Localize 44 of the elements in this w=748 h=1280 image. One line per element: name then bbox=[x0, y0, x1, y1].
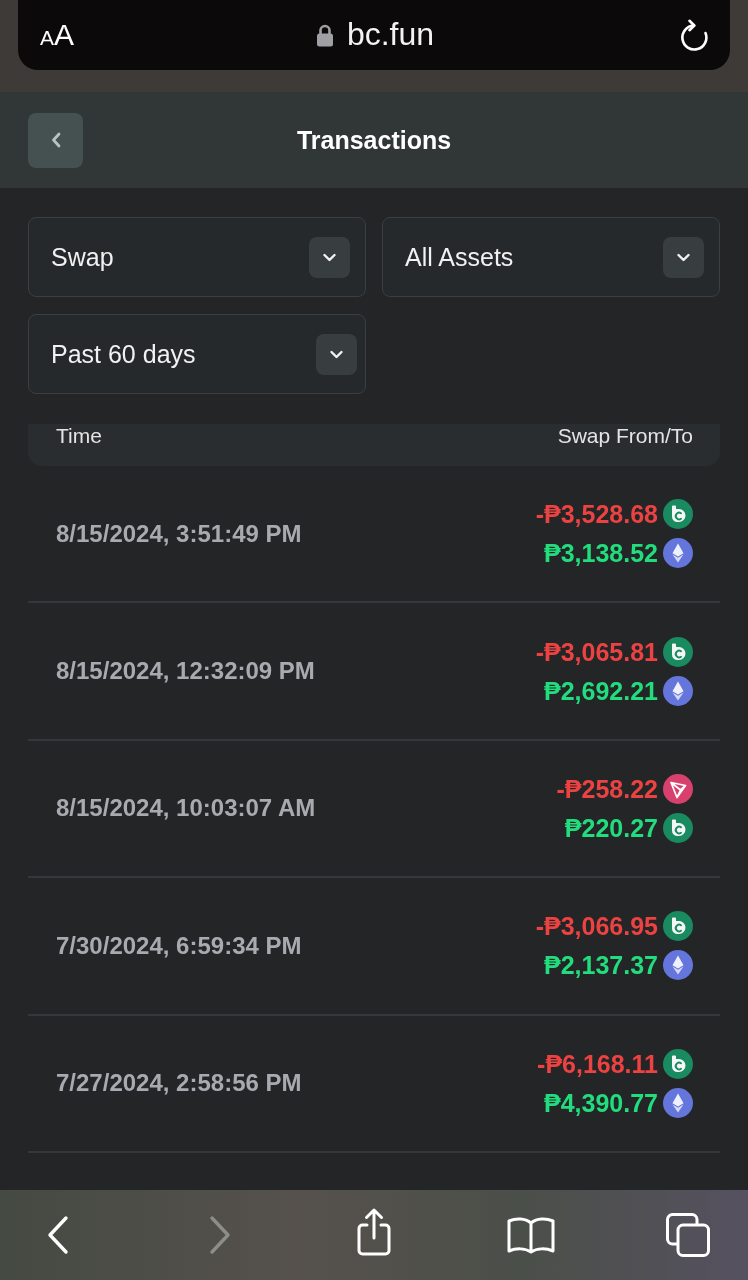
share-icon[interactable] bbox=[354, 1207, 394, 1258]
filter-dropdown[interactable]: Past 60 days bbox=[28, 314, 366, 394]
c-coin-icon bbox=[663, 812, 693, 843]
url-text: bc.fun bbox=[346, 17, 435, 53]
filter-dropdown[interactable]: Swap bbox=[28, 217, 366, 297]
amount-text: ₱2,692.21 bbox=[544, 675, 658, 706]
column-header: Time bbox=[56, 425, 102, 446]
transaction-time: 8/15/2024, 3:51:49 PM bbox=[56, 519, 302, 548]
amount-text: -₱3,528.68 bbox=[535, 499, 658, 530]
amount-text: -₱258.22 bbox=[556, 773, 658, 804]
lock-icon bbox=[315, 23, 334, 47]
reload-icon[interactable] bbox=[678, 18, 710, 52]
triangle-coin-icon bbox=[663, 773, 693, 804]
c-coin-icon bbox=[663, 499, 693, 530]
amount-text: ₱4,390.77 bbox=[544, 1087, 658, 1118]
chevron-down-icon bbox=[663, 236, 704, 278]
transaction-time: 8/15/2024, 10:03:07 AM bbox=[56, 794, 316, 823]
amount-text: -₱3,066.95 bbox=[535, 911, 658, 942]
amount-text: ₱3,138.52 bbox=[544, 538, 658, 569]
filter-dropdown[interactable]: All Assets bbox=[382, 217, 720, 297]
c-coin-icon bbox=[663, 911, 693, 942]
book-icon[interactable] bbox=[506, 1215, 556, 1255]
transaction-time: 7/27/2024, 2:58:56 PM bbox=[56, 1069, 302, 1098]
amount-text: -₱3,065.81 bbox=[535, 636, 658, 667]
amount-text: -₱6,168.11 bbox=[537, 1048, 658, 1079]
column-header: Swap From/To bbox=[557, 425, 693, 446]
amount-text: ₱2,137.37 bbox=[544, 950, 658, 981]
chevron-left-icon bbox=[50, 132, 61, 148]
transaction-time: 8/15/2024, 12:32:09 PM bbox=[56, 657, 315, 686]
diamond-coin-icon bbox=[663, 1087, 693, 1118]
c-coin-icon bbox=[663, 636, 693, 667]
diamond-coin-icon bbox=[663, 675, 693, 706]
c-coin-icon bbox=[663, 1048, 693, 1079]
transaction-time: 7/30/2024, 6:59:34 PM bbox=[56, 931, 302, 960]
text-size-button[interactable]: AA bbox=[40, 20, 75, 50]
diamond-coin-icon bbox=[663, 950, 693, 981]
amount-text: ₱220.27 bbox=[564, 812, 658, 843]
diamond-coin-icon bbox=[663, 538, 693, 569]
page-title: Transactions bbox=[296, 125, 452, 155]
chevron-down-icon bbox=[316, 333, 357, 375]
tabs-icon[interactable] bbox=[665, 1212, 711, 1258]
back-icon[interactable] bbox=[46, 1215, 70, 1255]
chevron-down-icon bbox=[309, 236, 350, 278]
address-bar[interactable]: AA bc.fun bbox=[18, 0, 730, 70]
